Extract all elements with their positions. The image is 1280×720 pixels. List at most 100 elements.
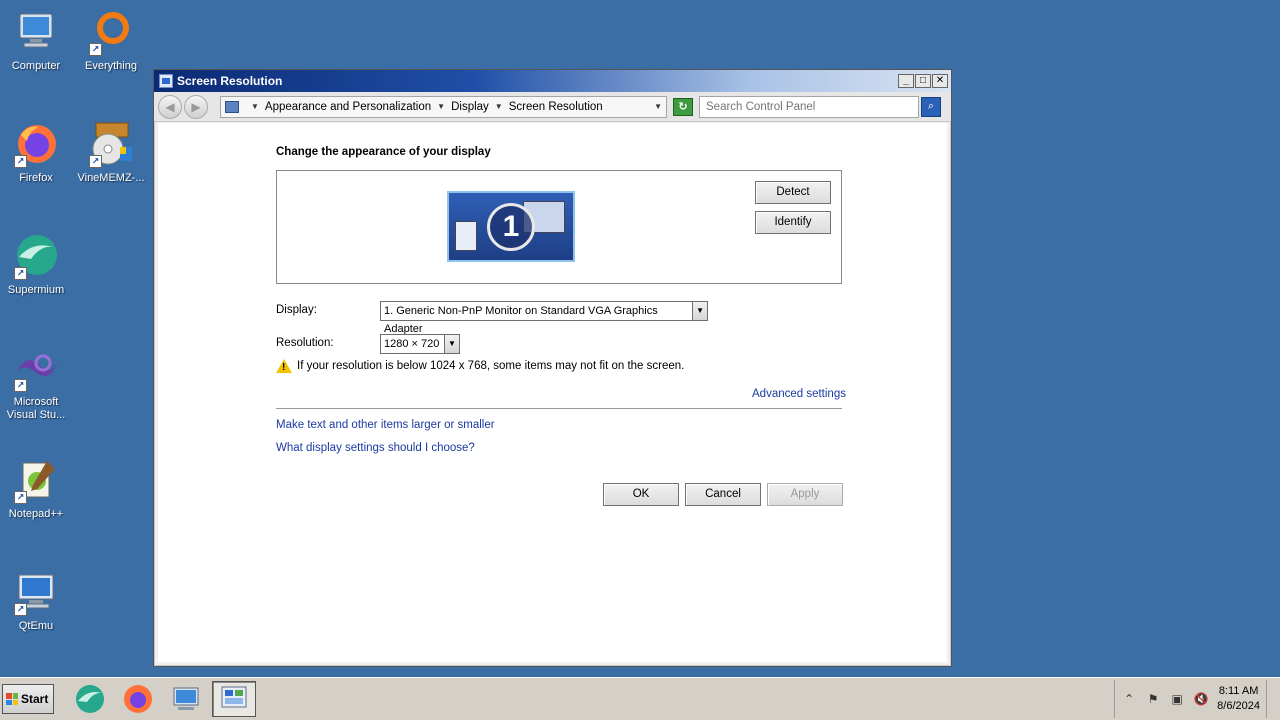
qtemu-icon: ↗ <box>12 568 60 616</box>
computer-icon <box>12 8 60 56</box>
page-title: Change the appearance of your display <box>276 146 491 158</box>
desktop-icon-label: QtEmu <box>18 620 54 632</box>
monitor-number: 1 <box>487 202 535 251</box>
display-select-value: 1. Generic Non-PnP Monitor on Standard V… <box>384 305 658 335</box>
windows-logo-icon <box>6 693 18 705</box>
control-panel-icon <box>221 686 247 708</box>
refresh-button[interactable]: ↻ <box>673 97 693 116</box>
maximize-button[interactable]: □ <box>915 74 931 88</box>
clock-date: 8/6/2024 <box>1217 700 1260 712</box>
chevron-down-icon: ▼ <box>444 335 459 353</box>
show-desktop-button[interactable] <box>1266 680 1280 718</box>
search-icon: ⌕ <box>927 100 935 112</box>
desktop-icon-label: Firefox <box>19 172 53 184</box>
installer-disc-icon: ↗ <box>87 120 135 168</box>
forward-button[interactable]: ▶ <box>184 94 208 119</box>
desktop-icon-label: Everything <box>85 60 137 72</box>
shortcut-arrow-icon: ↗ <box>14 379 27 392</box>
window-thumbnail-icon <box>455 221 477 251</box>
desktop-icon-visual-studio[interactable]: ↗ Microsoft Visual Stu... <box>0 344 72 422</box>
notepadpp-icon: ↗ <box>12 456 60 504</box>
shortcut-arrow-icon: ↗ <box>14 267 27 280</box>
shortcut-arrow-icon: ↗ <box>14 155 27 168</box>
taskbar-app-supermium[interactable] <box>68 681 112 717</box>
display-settings-help-link[interactable]: What display settings should I choose? <box>276 442 475 454</box>
resolution-warning: If your resolution is below 1024 x 768, … <box>297 360 685 372</box>
breadcrumb-item-display[interactable]: Display <box>451 101 489 113</box>
ok-button[interactable]: OK <box>603 483 679 506</box>
desktop-icon-label: Supermium <box>7 284 65 296</box>
shortcut-arrow-icon: ↗ <box>89 43 102 56</box>
content-pane: Change the appearance of your display 1 … <box>158 123 947 662</box>
display-label: Display: <box>276 304 317 316</box>
search-button[interactable]: ⌕ <box>921 96 941 117</box>
supermium-icon <box>76 685 104 713</box>
taskbar: Start ⌃ ⚑ ▣ 🔇 8:11 AM 8/6/2024 <box>0 677 1280 720</box>
desktop-icon-label: Microsoft Visual Stu... <box>6 396 66 421</box>
chevron-right-icon[interactable]: ▼ <box>495 102 503 111</box>
taskbar-app-firefox[interactable] <box>116 681 160 717</box>
refresh-icon: ↻ <box>678 100 688 113</box>
visual-studio-icon: ↗ <box>12 344 60 392</box>
clock-time: 8:11 AM <box>1218 685 1259 697</box>
clock[interactable]: 8:11 AM 8/6/2024 <box>1217 684 1260 714</box>
breadcrumb[interactable]: ▼ Appearance and Personalization ▼ Displ… <box>220 95 667 118</box>
advanced-settings-link[interactable]: Advanced settings <box>752 388 846 400</box>
back-arrow-icon: ◀ <box>165 99 175 114</box>
detect-button[interactable]: Detect <box>755 181 831 204</box>
resolution-select[interactable]: 1280 × 720 ▼ <box>380 334 460 354</box>
text-size-link[interactable]: Make text and other items larger or smal… <box>276 419 495 431</box>
apply-button[interactable]: Apply <box>767 483 843 506</box>
desktop-icon-notepadpp[interactable]: ↗ Notepad++ <box>0 456 72 521</box>
action-center-flag-icon[interactable]: ⚑ <box>1145 691 1161 707</box>
chevron-right-icon[interactable]: ▼ <box>251 102 259 111</box>
cancel-button[interactable]: Cancel <box>685 483 761 506</box>
show-hidden-icons-icon[interactable]: ⌃ <box>1121 691 1137 707</box>
desktop-icon-everything[interactable]: ↗ Everything <box>75 8 147 73</box>
control-panel-icon <box>159 74 173 88</box>
desktop-icon-label: Notepad++ <box>8 508 64 520</box>
computer-icon <box>173 687 199 710</box>
forward-arrow-icon: ▶ <box>191 99 201 114</box>
resolution-label: Resolution: <box>276 337 334 349</box>
desktop-icon-vinememz[interactable]: ↗ VineMEMZ-... <box>75 120 147 185</box>
title-bar[interactable]: Screen Resolution _ □ ✕ <box>154 70 951 92</box>
desktop-icon-label: VineMEMZ-... <box>77 172 145 184</box>
shortcut-arrow-icon: ↗ <box>14 491 27 504</box>
monitor-1-thumbnail[interactable]: 1 <box>447 191 575 262</box>
screen-resolution-window: Screen Resolution _ □ ✕ ◀ ▶ ▼ Appearance… <box>153 69 952 667</box>
back-button[interactable]: ◀ <box>158 94 182 119</box>
start-label: Start <box>21 692 49 706</box>
volume-muted-icon[interactable]: 🔇 <box>1193 691 1209 707</box>
breadcrumb-item-appearance[interactable]: Appearance and Personalization <box>265 101 431 113</box>
shortcut-arrow-icon: ↗ <box>89 155 102 168</box>
minimize-button[interactable]: _ <box>898 74 914 88</box>
desktop-icon-firefox[interactable]: ↗ Firefox <box>0 120 72 185</box>
divider <box>276 408 842 409</box>
firefox-icon: ↗ <box>12 120 60 168</box>
address-bar: ◀ ▶ ▼ Appearance and Personalization ▼ D… <box>154 92 951 122</box>
close-button[interactable]: ✕ <box>932 74 948 88</box>
chevron-down-icon: ▼ <box>692 302 707 320</box>
window-controls: _ □ ✕ <box>898 74 948 88</box>
start-button[interactable]: Start <box>2 684 54 714</box>
search-input[interactable] <box>699 95 919 118</box>
supermium-icon: ↗ <box>12 232 60 280</box>
chevron-down-icon[interactable]: ▼ <box>654 102 662 111</box>
desktop-icon-supermium[interactable]: ↗ Supermium <box>0 232 72 297</box>
network-icon[interactable]: ▣ <box>1169 691 1185 707</box>
warning-exclamation-icon: ! <box>282 362 286 373</box>
desktop-icon-computer[interactable]: Computer <box>0 8 72 73</box>
identify-button[interactable]: Identify <box>755 211 831 234</box>
system-tray: ⌃ ⚑ ▣ 🔇 8:11 AM 8/6/2024 <box>1114 680 1266 718</box>
taskbar-app-screen-resolution[interactable] <box>212 681 256 717</box>
taskbar-app-explorer[interactable] <box>164 681 208 717</box>
resolution-select-value: 1280 × 720 <box>384 338 440 350</box>
window-title: Screen Resolution <box>177 74 283 88</box>
monitor-preview: 1 Detect Identify <box>276 170 842 284</box>
chevron-right-icon[interactable]: ▼ <box>437 102 445 111</box>
breadcrumb-item-screen-resolution[interactable]: Screen Resolution <box>509 101 603 113</box>
desktop-icon-qtemu[interactable]: ↗ QtEmu <box>0 568 72 633</box>
display-select[interactable]: 1. Generic Non-PnP Monitor on Standard V… <box>380 301 708 335</box>
firefox-icon <box>124 685 152 713</box>
